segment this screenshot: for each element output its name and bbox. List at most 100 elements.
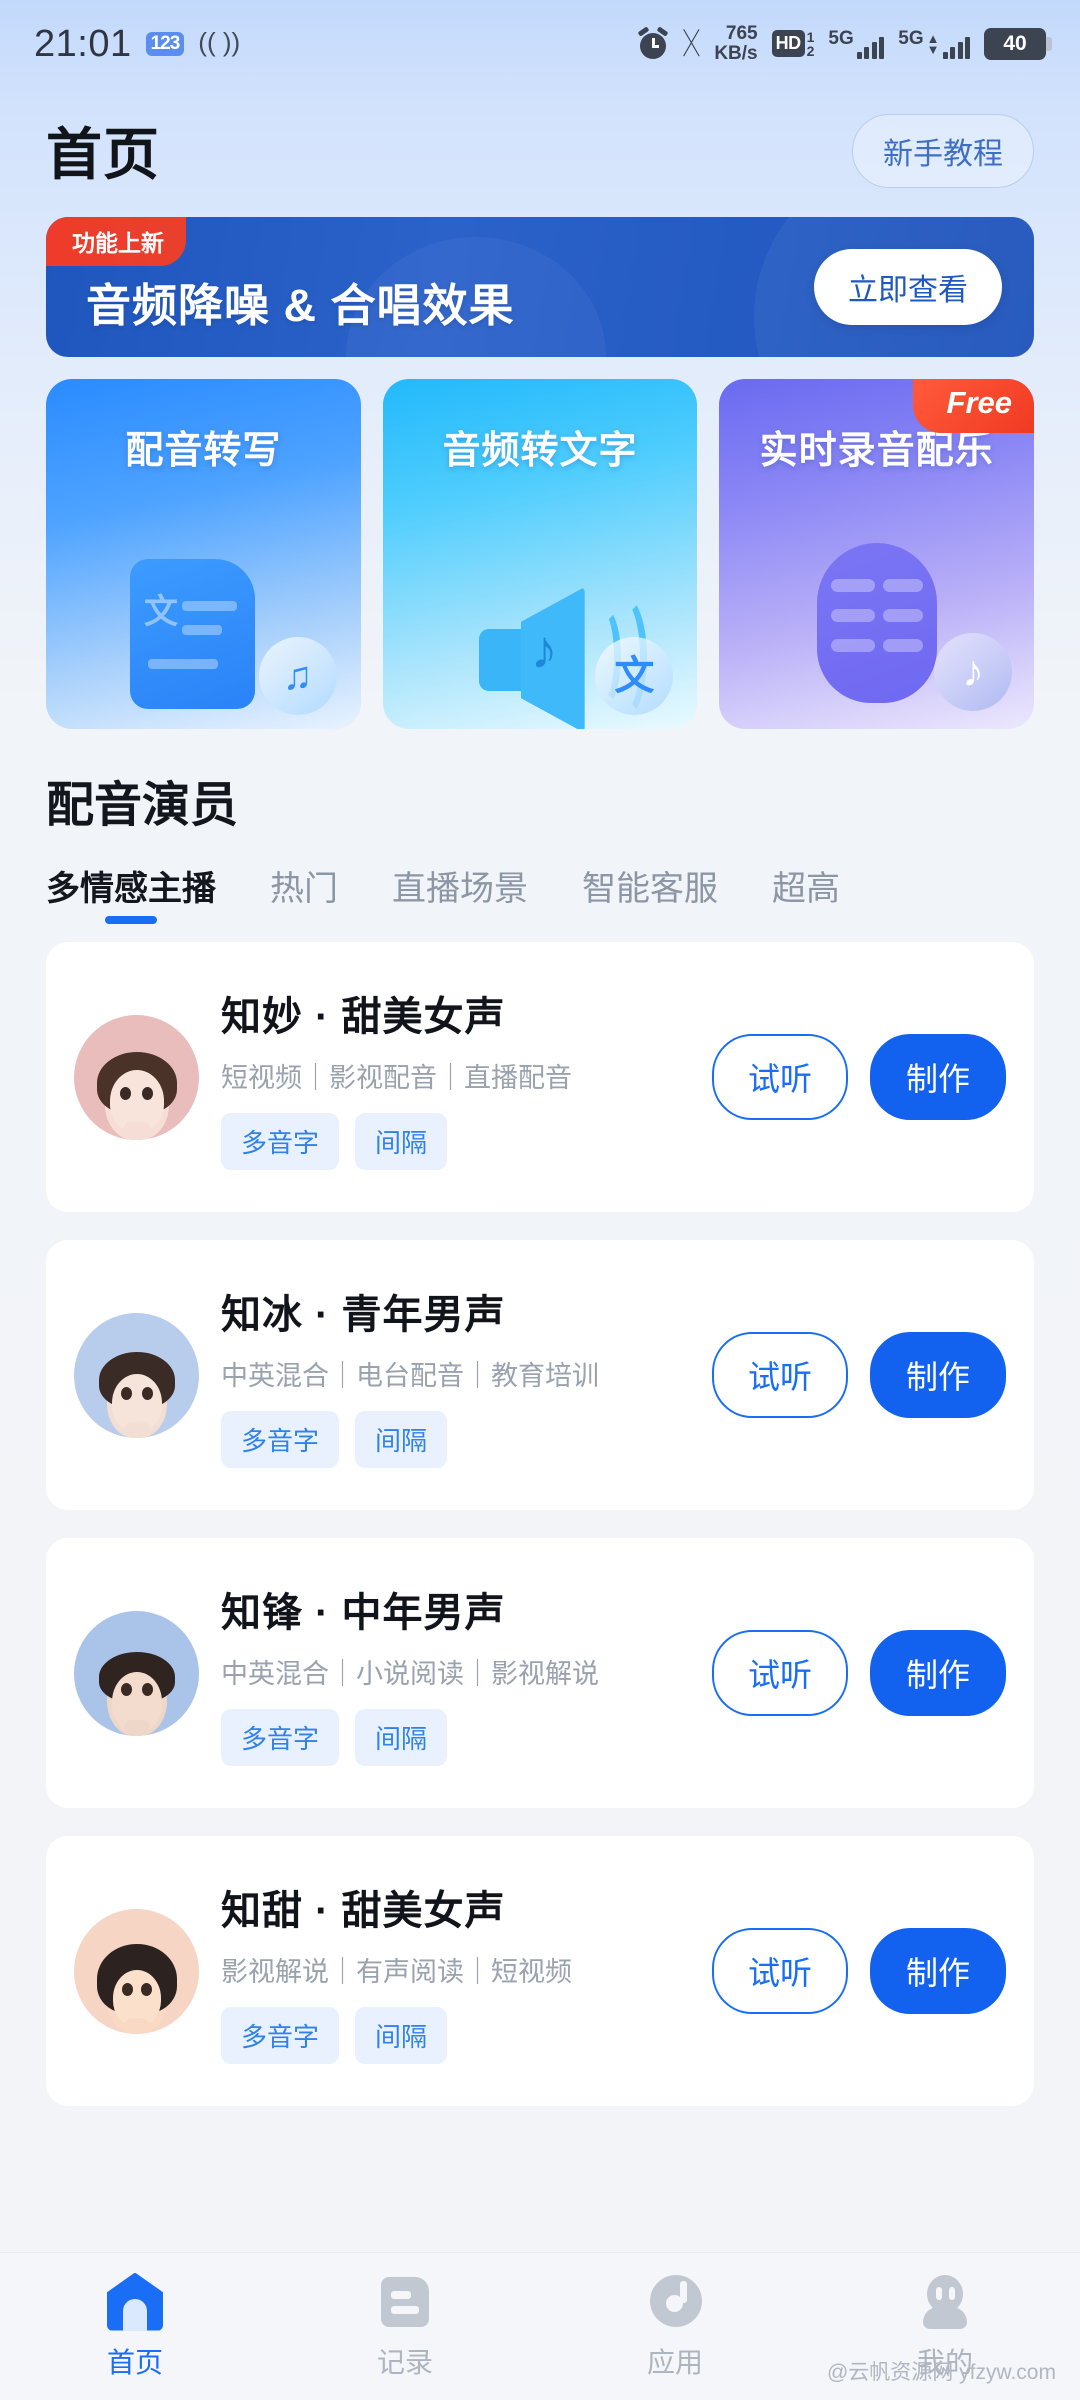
- actor-info: 知甜 · 甜美女声 影视解说｜有声阅读｜短视频 多音字 间隔: [221, 1878, 698, 2064]
- preview-button[interactable]: 试听: [711, 1034, 848, 1120]
- actor-info: 知妙 · 甜美女声 短视频｜影视配音｜直播配音 多音字 间隔: [221, 984, 698, 1170]
- banner-cta-button[interactable]: 立即查看: [814, 249, 1002, 325]
- battery-level: 40: [1003, 32, 1027, 55]
- sim2-signal-icon: 5G ▲ ▼: [898, 29, 970, 59]
- create-button[interactable]: 制作: [869, 1034, 1006, 1120]
- preview-button[interactable]: 试听: [711, 1630, 848, 1716]
- apps-icon: [647, 2273, 703, 2331]
- actor-info: 知锋 · 中年男声 中英混合｜小说阅读｜影视解说 多音字 间隔: [221, 1580, 698, 1766]
- middle-aged-male-avatar: [74, 1610, 199, 1736]
- voice-actor-row[interactable]: 知妙 · 甜美女声 短视频｜影视配音｜直播配音 多音字 间隔 试听 制作: [46, 942, 1034, 1212]
- network-speed-value: 765: [725, 23, 758, 45]
- free-badge: Free: [912, 379, 1035, 433]
- sim1-signal-icon: 5G: [828, 28, 885, 59]
- female-sweet2-avatar: [74, 1908, 199, 2034]
- tab-ultra-hd[interactable]: 超高: [772, 861, 840, 926]
- voice-actor-list: 知妙 · 甜美女声 短视频｜影视配音｜直播配音 多音字 间隔 试听 制作 知冰 …: [0, 926, 1080, 2106]
- chip-polyphone[interactable]: 多音字: [221, 2007, 340, 2064]
- music-note-glyph: ♪: [530, 620, 558, 680]
- voice-actor-row[interactable]: 知甜 · 甜美女声 影视解说｜有声阅读｜短视频 多音字 间隔 试听 制作: [46, 1836, 1034, 2106]
- actor-actions: 试听 制作: [711, 1332, 1006, 1418]
- chip-polyphone[interactable]: 多音字: [221, 1709, 340, 1766]
- create-button[interactable]: 制作: [869, 1332, 1006, 1418]
- home-icon: [107, 2272, 163, 2331]
- actor-name: 知甜 · 甜美女声: [221, 1889, 506, 1933]
- promo-banner[interactable]: 功能上新 音频降噪 & 合唱效果 立即查看: [46, 217, 1034, 357]
- microphone-music-icon: ♪: [719, 541, 1034, 721]
- banner-title: 音频降噪 & 合唱效果: [86, 279, 515, 331]
- data-transfer-icon: ▲ ▼: [926, 30, 940, 57]
- feature-card-list: 配音转写 文 ♫ 音频转文字 ♪ 文 Free 实时录音配乐 ♪: [0, 357, 1080, 729]
- actor-chips: 多音字 间隔: [221, 2007, 698, 2064]
- chip-polyphone[interactable]: 多音字: [221, 1113, 340, 1170]
- tab-popular[interactable]: 热门: [270, 861, 338, 926]
- young-male-avatar: [74, 1312, 199, 1438]
- actor-actions: 试听 制作: [711, 1034, 1006, 1120]
- sound-wave-badge: ♫: [258, 637, 337, 715]
- text-badge: 文: [595, 637, 674, 715]
- sim2-bars: [942, 37, 970, 59]
- actor-tags: 短视频｜影视配音｜直播配音: [221, 1063, 572, 1093]
- feature-card-dubbing-transcription[interactable]: 配音转写 文 ♫: [46, 379, 361, 729]
- nav-item-records[interactable]: 记录: [270, 2273, 540, 2381]
- preview-button[interactable]: 试听: [711, 1332, 848, 1418]
- actor-tags: 中英混合｜小说阅读｜影视解说: [221, 1659, 599, 1689]
- create-button[interactable]: 制作: [869, 1630, 1006, 1716]
- actor-tags: 影视解说｜有声阅读｜短视频: [221, 1957, 572, 1987]
- actor-name: 知妙 · 甜美女声: [221, 995, 506, 1039]
- battery-icon: 40: [984, 28, 1052, 60]
- sim1-label: 5G: [828, 28, 854, 49]
- voice-actor-row[interactable]: 知冰 · 青年男声 中英混合｜电台配音｜教育培训 多音字 间隔 试听 制作: [46, 1240, 1034, 1510]
- text-badge-glyph: 文: [614, 654, 655, 698]
- tab-smart-service[interactable]: 智能客服: [582, 861, 718, 926]
- voice-actor-row[interactable]: 知锋 · 中年男声 中英混合｜小说阅读｜影视解说 多音字 间隔 试听 制作: [46, 1538, 1034, 1808]
- actor-actions: 试听 制作: [711, 1928, 1006, 2014]
- music-note-glyph: ♪: [962, 647, 985, 696]
- nav-label-home: 首页: [106, 2346, 163, 2378]
- hd-voice-icon: HD 1 2: [771, 30, 815, 58]
- banner-badge: 功能上新: [46, 217, 186, 266]
- speaker-text-icon: ♪ 文: [383, 541, 698, 729]
- tab-multi-emotion-anchor[interactable]: 多情感主播: [46, 861, 216, 926]
- hd-sim-numbers: 1 2: [807, 30, 815, 58]
- actor-chips: 多音字 间隔: [221, 1709, 698, 1766]
- bottom-navigation: 首页 记录 应用 我的 @云帆资源网 yfzyw.com: [0, 2252, 1080, 2400]
- chip-interval[interactable]: 间隔: [355, 2007, 448, 2064]
- nav-item-home[interactable]: 首页: [0, 2272, 270, 2381]
- microphone-shape: [816, 543, 937, 703]
- actor-actions: 试听 制作: [711, 1630, 1006, 1716]
- actor-tags: 中英混合｜电台配音｜教育培训: [221, 1361, 599, 1391]
- create-button[interactable]: 制作: [869, 1928, 1006, 2014]
- nav-item-apps[interactable]: 应用: [540, 2273, 810, 2381]
- chip-interval[interactable]: 间隔: [355, 1411, 448, 1468]
- sound-wave-glyph: ♫: [282, 654, 313, 698]
- records-icon: [377, 2273, 433, 2331]
- tutorial-button[interactable]: 新手教程: [852, 113, 1034, 188]
- music-note-badge: ♪: [934, 633, 1013, 711]
- actor-name: 知锋 · 中年男声: [221, 1591, 506, 1635]
- sim2-label: 5G: [898, 28, 924, 49]
- category-tabs: 多情感主播 热门 直播场景 智能客服 超高: [0, 835, 1080, 926]
- network-speed: 765 KB/s: [714, 24, 757, 64]
- female-sweet-avatar: [74, 1014, 199, 1140]
- preview-button[interactable]: 试听: [711, 1928, 848, 2014]
- tab-live-scene[interactable]: 直播场景: [392, 861, 528, 926]
- status-bar-left: 21:01 123 (( )): [34, 23, 240, 66]
- document-shape: 文: [130, 559, 255, 709]
- network-speed-unit: KB/s: [714, 43, 758, 64]
- section-title: 配音演员: [46, 779, 239, 832]
- chip-interval[interactable]: 间隔: [355, 1113, 448, 1170]
- feature-card-title: 音频转文字: [442, 430, 638, 472]
- feature-card-live-recording-music[interactable]: Free 实时录音配乐 ♪: [719, 379, 1035, 729]
- chip-interval[interactable]: 间隔: [355, 1709, 448, 1766]
- actor-chips: 多音字 间隔: [221, 1411, 698, 1468]
- actor-chips: 多音字 间隔: [221, 1113, 698, 1170]
- actor-name: 知冰 · 青年男声: [221, 1293, 506, 1337]
- chip-polyphone[interactable]: 多音字: [221, 1411, 340, 1468]
- feature-card-audio-to-text[interactable]: 音频转文字 ♪ 文: [382, 379, 698, 729]
- feature-card-title: 配音转写: [125, 430, 282, 472]
- hd-sim-bottom: 2: [806, 43, 815, 59]
- watermark: @云帆资源网 yfzyw.com: [826, 2361, 1056, 2384]
- nav-label-apps: 应用: [646, 2346, 703, 2378]
- alarm-clock-icon: [637, 26, 669, 59]
